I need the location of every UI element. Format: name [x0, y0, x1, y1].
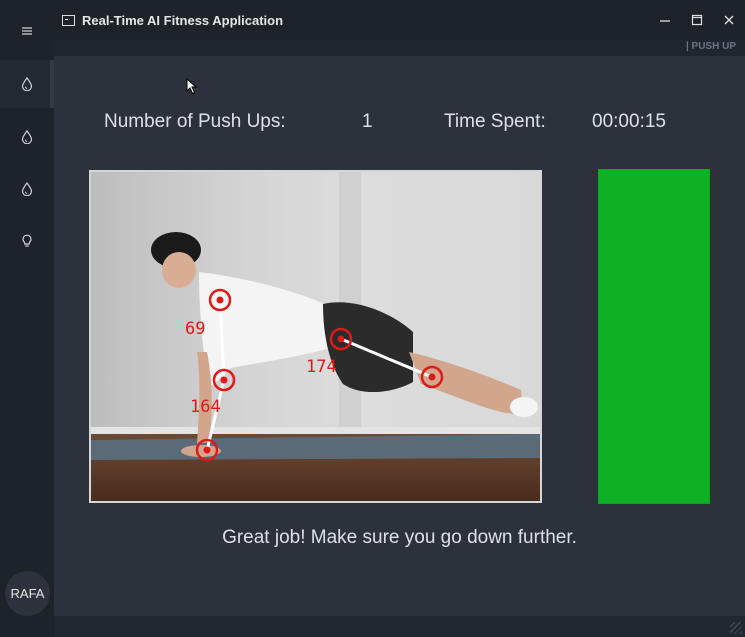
rep-progress-fill [599, 170, 709, 503]
time-spent-label: Time Spent: [444, 111, 546, 132]
person-foot [510, 397, 538, 417]
window-controls [649, 0, 745, 40]
minimize-button[interactable] [649, 0, 681, 40]
pushup-count-label: Number of Push Ups: [104, 111, 286, 132]
feedback-message: Great job! Make sure you go down further… [222, 527, 577, 548]
joint-elbow-dot [220, 376, 228, 384]
joint-wrist-dot [203, 446, 211, 454]
app-window: Real-Time AI Fitness Application RAFA | … [0, 0, 745, 637]
lightbulb-icon [22, 234, 32, 247]
sidebar-item-2[interactable] [0, 113, 54, 161]
exercise-mode-label: | PUSH UP [685, 41, 736, 52]
sidebar-item-3[interactable] [0, 165, 54, 213]
sidebar: RAFA [0, 0, 54, 637]
status-bar [54, 616, 745, 637]
joint-knee-dot [428, 373, 436, 381]
person-face [162, 252, 196, 288]
pose-estimation-view: 164 69 174 [91, 172, 540, 501]
angle-label-hip: 174 [306, 357, 337, 377]
drop-icon [21, 77, 33, 91]
sidebar-item-4[interactable] [0, 217, 54, 265]
angle-label-elbow: 164 [190, 397, 221, 417]
page-header: | PUSH UP [54, 40, 745, 56]
drop-icon [21, 130, 33, 144]
joint-shoulder-dot [216, 296, 224, 304]
title-bar[interactable]: Real-Time AI Fitness Application [0, 0, 745, 40]
maximize-button[interactable] [681, 0, 713, 40]
title-area: Real-Time AI Fitness Application [62, 0, 283, 40]
time-spent-value: 00:00:15 [592, 111, 666, 132]
maximize-icon [691, 14, 703, 26]
drop-icon [21, 182, 33, 196]
resize-grip-icon[interactable] [730, 622, 742, 634]
user-avatar[interactable]: RAFA [5, 571, 50, 616]
window-title: Real-Time AI Fitness Application [82, 12, 284, 28]
camera-feed: 164 69 174 [89, 170, 542, 503]
rep-progress-bar [598, 169, 710, 504]
joint-hip-dot [337, 335, 345, 343]
close-button[interactable] [713, 0, 745, 40]
angle-label-shoulder: 69 [185, 319, 205, 339]
pushup-count-value: 1 [362, 111, 373, 132]
minimize-icon [660, 20, 670, 22]
terminal-icon [62, 14, 75, 26]
menu-toggle-button[interactable] [0, 18, 54, 44]
sidebar-item-1[interactable] [0, 60, 54, 108]
close-icon [724, 15, 734, 25]
hamburger-icon [22, 27, 32, 35]
mouse-cursor-icon [186, 78, 198, 95]
